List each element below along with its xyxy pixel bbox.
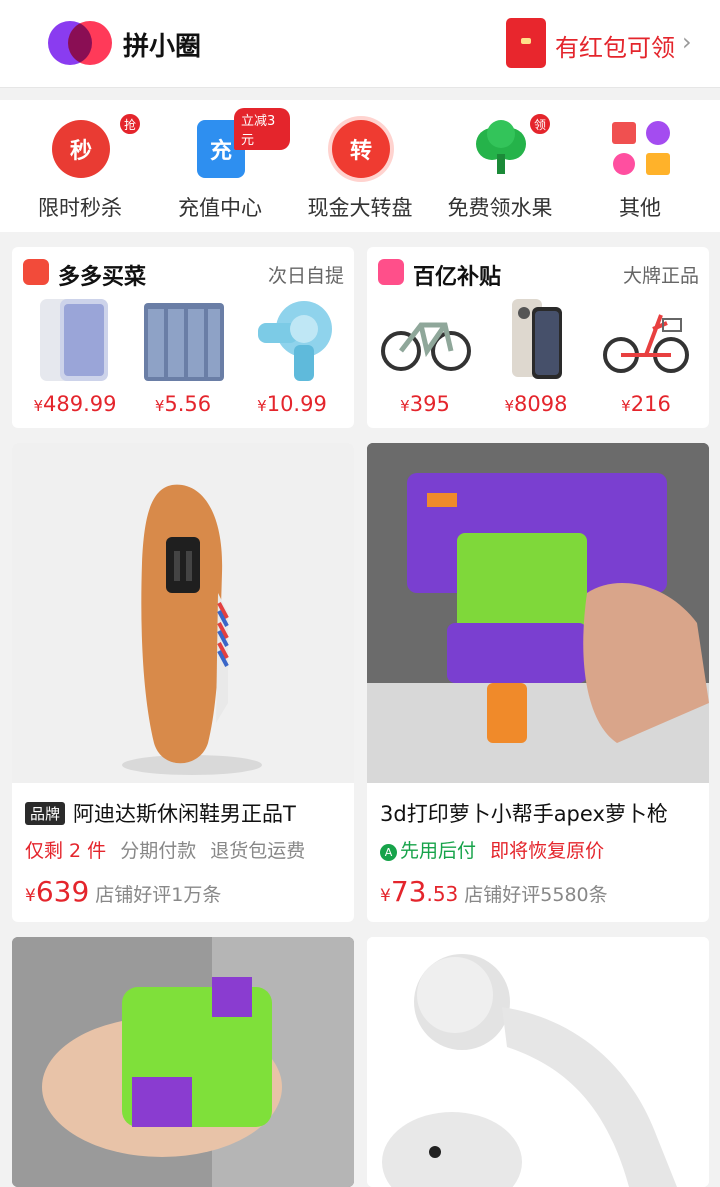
quick-item-free-fruit[interactable]: 领 免费领水果 — [430, 100, 570, 232]
hongbao-link[interactable]: 有红包可领 — [555, 28, 675, 63]
bubble-gun-product-thumb[interactable] — [248, 295, 338, 385]
page-title: 拼小圈 — [123, 32, 202, 62]
badge-claim: 领 — [528, 112, 552, 136]
quick-item-flash-sale[interactable]: 秒 抢 限时秒杀 — [10, 100, 150, 232]
mini-price: ¥10.99 — [257, 392, 327, 416]
bicycle-product-thumb[interactable] — [381, 295, 471, 385]
drink-bottles-product-thumb[interactable] — [138, 295, 228, 385]
quick-item-label: 其他 — [619, 196, 661, 220]
mini-price: ¥395 — [400, 392, 450, 416]
brand-tag: 品牌 — [25, 802, 66, 825]
strawberry-icon — [23, 259, 49, 285]
tree-icon — [472, 120, 530, 178]
mini-card-grocery[interactable]: 多多买菜 次日自提 ¥489.99 ¥5.56 ¥10.99 — [12, 247, 354, 428]
product-title[interactable]: 3d打印萝卜小帮手apex萝卜枪 — [380, 798, 702, 828]
quick-item-more[interactable]: 其他 — [570, 100, 710, 232]
quick-item-label: 充值中心 — [178, 196, 262, 220]
mini-card-subtitle: 次日自提 — [267, 265, 344, 287]
mini-price: ¥5.56 — [154, 392, 212, 416]
mini-card-title: 百亿补贴 — [413, 265, 502, 290]
quick-entry-row: 秒 抢 限时秒杀 充 立减3元 充值中心 转 现金大转盘 领 免费领水果 其他 — [0, 100, 720, 232]
quick-item-label: 现金大转盘 — [307, 196, 413, 220]
shop-rating: 店铺好评5580条 — [464, 884, 608, 906]
iphone-product-thumb[interactable] — [492, 295, 582, 385]
mini-card-subsidy[interactable]: 百亿补贴 大牌正品 ¥395 ¥8098 ¥216 — [367, 247, 709, 428]
quick-item-label: 免费领水果 — [447, 196, 553, 220]
more-grid-icon — [612, 120, 670, 178]
shoe-sole-photo[interactable] — [12, 443, 354, 783]
top-header: 拼小圈 有红包可领 › — [0, 0, 720, 88]
quick-item-wheel[interactable]: 转 现金大转盘 — [290, 100, 430, 232]
product-card[interactable] — [12, 937, 354, 1187]
mini-price: ¥216 — [621, 392, 671, 416]
badge-discount: 立减3元 — [234, 108, 290, 150]
mini-price: ¥8098 — [504, 392, 568, 416]
shop-rating: 店铺好评1万条 — [95, 884, 222, 906]
product-price: ¥639 店铺好评1万条 — [25, 875, 222, 908]
pinxiaoquan-logo[interactable] — [48, 21, 112, 67]
quick-item-label: 限时秒杀 — [38, 196, 122, 220]
red-envelope-icon[interactable] — [506, 18, 546, 68]
product-tags: A 先用后付 即将恢复原价 — [380, 836, 612, 863]
product-card[interactable]: 3d打印萝卜小帮手apex萝卜枪 A 先用后付 即将恢复原价 ¥73.53 店铺好评… — [367, 443, 709, 922]
mini-card-title: 多多买菜 — [58, 265, 147, 290]
phone-product-thumb[interactable] — [30, 295, 120, 385]
installment-tag: 分期付款 — [120, 840, 197, 862]
product-card[interactable] — [367, 937, 709, 1187]
quick-item-recharge[interactable]: 充 立减3元 充值中心 — [150, 100, 290, 232]
pay-later-tag: 先用后付 — [400, 840, 477, 862]
mini-card-subtitle: 大牌正品 — [622, 265, 699, 287]
product-title[interactable]: 品牌 阿迪达斯休闲鞋男正品T — [25, 798, 347, 828]
green-robot-toy-photo[interactable] — [12, 937, 354, 1187]
wheel-icon: 转 — [332, 120, 390, 178]
chevron-right-icon[interactable]: › — [682, 28, 692, 56]
money-bag-icon — [378, 259, 404, 285]
badge-grab: 抢 — [118, 112, 142, 136]
product-price: ¥73.53 店铺好评5580条 — [380, 875, 608, 908]
toy-gun-hand-photo[interactable] — [367, 443, 709, 783]
product-card[interactable]: 品牌 阿迪达斯休闲鞋男正品T 仅剩 2 件 分期付款 退货包运费 ¥639 店铺好评… — [12, 443, 354, 922]
folding-bike-product-thumb[interactable] — [601, 295, 691, 385]
alarm-clock-icon: 秒 — [52, 120, 110, 178]
mini-price: ¥489.99 — [33, 392, 117, 416]
white-massager-photo[interactable] — [367, 937, 709, 1187]
product-tags: 仅剩 2 件 分期付款 退货包运费 — [25, 836, 313, 863]
price-restore-tag: 即将恢复原价 — [490, 840, 605, 862]
pay-later-icon: A — [380, 844, 397, 861]
free-return-tag: 退货包运费 — [210, 840, 306, 862]
stock-tag: 仅剩 2 件 — [25, 840, 107, 862]
